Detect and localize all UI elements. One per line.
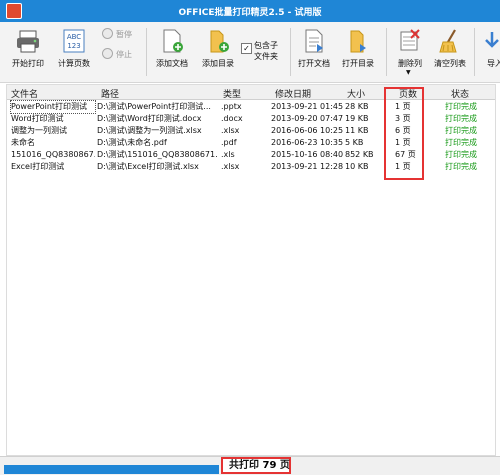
start-print-label: 开始打印 (12, 59, 44, 68)
cell-status: 打印完成 (445, 138, 477, 147)
clear-list-button[interactable]: 清空列表 (430, 26, 470, 78)
toolbar-separator (474, 28, 475, 76)
pause-label: 暂停 (116, 30, 132, 39)
cell-status: 打印完成 (445, 150, 477, 159)
svg-text:123: 123 (67, 42, 80, 50)
svg-text:ABC: ABC (67, 33, 81, 41)
open-document-label: 打开文档 (298, 59, 330, 68)
cell-type: .pptx (221, 102, 242, 111)
toolbar-separator (290, 28, 291, 76)
pause-button[interactable]: 暂停 (102, 28, 132, 40)
total-suffix: 页 (279, 460, 290, 471)
clear-list-label: 清空列表 (434, 59, 466, 68)
cell-date: 2013-09-20 07:47 (271, 114, 344, 123)
cell-filename: Excel打印测试 (11, 162, 65, 171)
delete-list-icon (400, 29, 420, 51)
cell-path: D:\测试\Word打印测试.docx (97, 114, 202, 123)
pause-icon (102, 28, 113, 39)
window-title: OFFICE批量打印精灵2.5 - 试用版 (178, 8, 322, 18)
cell-status: 打印完成 (445, 102, 477, 111)
cell-date: 2013-09-21 01:45 (271, 102, 344, 111)
open-document-button[interactable]: 打开文档 (294, 26, 334, 78)
stop-label: 停止 (116, 50, 132, 59)
total-value: 79 (262, 460, 277, 471)
cell-size: 10 KB (345, 162, 369, 171)
cell-type: .pdf (221, 138, 237, 147)
add-document-button[interactable]: 添加文档 (150, 26, 194, 78)
column-header-size[interactable]: 大小 (347, 87, 365, 100)
checkbox-checked-icon: ✓ (241, 43, 252, 54)
total-printed-pages: 共打印 79 页 (221, 457, 291, 474)
cell-filename: 调整为一列测试 (11, 126, 67, 135)
add-document-icon (163, 29, 183, 53)
cell-status: 打印完成 (445, 126, 477, 135)
cell-filename: 151016_QQ8380867... (11, 150, 95, 159)
dropdown-arrow-icon: ▼ (406, 69, 411, 76)
open-directory-label: 打开目录 (342, 59, 374, 68)
toolbar: 开始打印 ABC 123 计算页数 暂停 停止 添加文档 添加目录 ✓ 包含子文… (0, 22, 500, 83)
pages-column-highlight (384, 87, 424, 180)
add-directory-label: 添加目录 (202, 59, 234, 68)
toolbar-separator (146, 28, 147, 76)
cell-path: D:\测试\调整为一列测试.xlsx (97, 126, 202, 135)
import-label: 导入 (487, 59, 500, 68)
column-header-modified-date[interactable]: 修改日期 (275, 87, 311, 100)
cell-size: 28 KB (345, 102, 369, 111)
open-directory-button[interactable]: 打开目录 (336, 26, 380, 78)
print-progress-bar (4, 465, 219, 474)
count-pages-button[interactable]: ABC 123 计算页数 (52, 26, 96, 78)
cell-filename: PowerPoint打印测试 (10, 100, 96, 114)
count-pages-label: 计算页数 (58, 59, 90, 68)
column-header-filename[interactable]: 文件名 (11, 87, 38, 100)
title-bar: OFFICE批量打印精灵2.5 - 试用版 (0, 0, 500, 22)
import-button[interactable]: 导入 (478, 26, 500, 78)
import-arrow-icon (485, 32, 499, 48)
cell-status: 打印完成 (445, 162, 477, 171)
toolbar-separator (386, 28, 387, 76)
column-header-status[interactable]: 状态 (451, 87, 469, 100)
include-subfolders-label: 包含子文件夹 (254, 41, 278, 61)
column-header-type[interactable]: 类型 (223, 87, 241, 100)
cell-path: D:\测试\PowerPoint打印测试... (97, 102, 211, 111)
column-header-path[interactable]: 路径 (101, 87, 119, 100)
cell-type: .docx (221, 114, 243, 123)
cell-date: 2016-06-23 10:35 (271, 138, 344, 147)
stop-button[interactable]: 停止 (102, 48, 132, 60)
total-prefix: 共打印 (229, 460, 259, 471)
cell-path: D:\测试\Excel打印测试.xlsx (97, 162, 199, 171)
add-directory-button[interactable]: 添加目录 (196, 26, 240, 78)
cell-size: 5 KB (345, 138, 364, 147)
start-print-button[interactable]: 开始打印 (6, 26, 50, 78)
stop-icon (102, 48, 113, 59)
cell-date: 2013-09-21 12:28 (271, 162, 344, 171)
cell-status: 打印完成 (445, 114, 477, 123)
cell-path: D:\测试\151016_QQ83808671... (97, 150, 217, 159)
broom-icon (439, 29, 457, 53)
cell-size: 19 KB (345, 114, 369, 123)
open-folder-icon (350, 30, 366, 53)
cell-type: .xlsx (221, 162, 240, 171)
cell-type: .xlsx (221, 126, 240, 135)
add-document-label: 添加文档 (156, 59, 188, 68)
cell-size: 852 KB (345, 150, 374, 159)
cell-date: 2016-06-06 10:25 (271, 126, 344, 135)
cell-type: .xls (221, 150, 235, 159)
abc-123-icon: ABC 123 (63, 29, 85, 53)
cell-date: 2015-10-16 08:40 (271, 150, 344, 159)
cell-filename: 未命名 (11, 138, 35, 147)
printer-icon (17, 30, 39, 53)
delete-column-button[interactable]: 删除列 ▼ (390, 26, 430, 78)
add-folder-icon (210, 30, 229, 53)
delete-column-label: 删除列 (398, 59, 422, 68)
cell-path: D:\测试\未命名.pdf (97, 138, 167, 147)
cell-size: 11 KB (345, 126, 369, 135)
cell-filename: Word打印测试 (11, 114, 64, 123)
open-document-icon (305, 29, 323, 53)
